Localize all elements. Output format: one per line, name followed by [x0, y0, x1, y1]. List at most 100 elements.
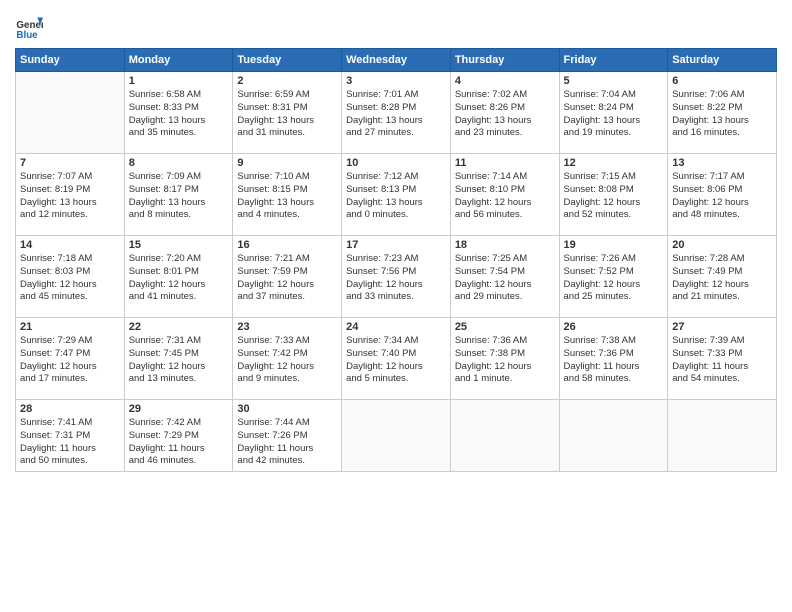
calendar-header-row: SundayMondayTuesdayWednesdayThursdayFrid…: [16, 49, 777, 72]
calendar-cell: 16 Sunrise: 7:21 AMSunset: 7:59 PMDayligh…: [233, 236, 342, 318]
calendar-cell: 23 Sunrise: 7:33 AMSunset: 7:42 PMDayligh…: [233, 318, 342, 400]
day-number: 16: [237, 239, 337, 251]
calendar-cell: 11 Sunrise: 7:14 AMSunset: 8:10 PMDayligh…: [450, 154, 559, 236]
header-thursday: Thursday: [450, 49, 559, 72]
day-info: Sunrise: 7:21 AMSunset: 7:59 PMDaylight:…: [237, 253, 337, 304]
header: General Blue: [15, 10, 777, 42]
day-number: 7: [20, 157, 120, 169]
day-info: Sunrise: 7:06 AMSunset: 8:22 PMDaylight:…: [672, 89, 772, 140]
calendar-cell: 20Sunrise: 7:28 AMSunset: 7:49 PMDayligh…: [668, 236, 777, 318]
header-friday: Friday: [559, 49, 668, 72]
day-number: 24: [346, 321, 446, 333]
day-number: 23: [237, 321, 337, 333]
day-info: Sunrise: 7:10 AMSunset: 8:15 PMDaylight:…: [237, 171, 337, 222]
calendar-cell: 6 Sunrise: 7:06 AMSunset: 8:22 PMDaylight…: [668, 72, 777, 154]
day-info: Sunrise: 7:33 AMSunset: 7:42 PMDaylight:…: [237, 335, 337, 386]
day-number: 18: [455, 239, 555, 251]
day-info: Sunrise: 7:04 AMSunset: 8:24 PMDaylight:…: [564, 89, 664, 140]
day-info: Sunrise: 7:39 AMSunset: 7:33 PMDaylight:…: [672, 335, 772, 386]
day-info: Sunrise: 7:23 AMSunset: 7:56 PMDaylight:…: [346, 253, 446, 304]
day-info: Sunrise: 7:15 AMSunset: 8:08 PMDaylight:…: [564, 171, 664, 222]
day-info: Sunrise: 7:25 AMSunset: 7:54 PMDaylight:…: [455, 253, 555, 304]
day-number: 22: [129, 321, 229, 333]
calendar-table: SundayMondayTuesdayWednesdayThursdayFrid…: [15, 48, 777, 472]
day-info: Sunrise: 7:17 AMSunset: 8:06 PMDaylight:…: [672, 171, 772, 222]
day-info: Sunrise: 7:31 AMSunset: 7:45 PMDaylight:…: [129, 335, 229, 386]
day-number: 3: [346, 75, 446, 87]
calendar-cell: [16, 72, 125, 154]
day-info: Sunrise: 7:18 AMSunset: 8:03 PMDaylight:…: [20, 253, 120, 304]
calendar-cell: [668, 400, 777, 472]
header-tuesday: Tuesday: [233, 49, 342, 72]
calendar-cell: 29Sunrise: 7:42 AMSunset: 7:29 PMDayligh…: [124, 400, 233, 472]
calendar-cell: 17 Sunrise: 7:23 AMSunset: 7:56 PMDayligh…: [342, 236, 451, 318]
calendar-cell: 26 Sunrise: 7:38 AMSunset: 7:36 PMDayligh…: [559, 318, 668, 400]
day-number: 12: [564, 157, 664, 169]
day-number: 9: [237, 157, 337, 169]
day-number: 29: [129, 403, 229, 415]
calendar-cell: 1 Sunrise: 6:58 AMSunset: 8:33 PMDaylight…: [124, 72, 233, 154]
header-wednesday: Wednesday: [342, 49, 451, 72]
day-info: Sunrise: 7:14 AMSunset: 8:10 PMDaylight:…: [455, 171, 555, 222]
day-info: Sunrise: 7:38 AMSunset: 7:36 PMDaylight:…: [564, 335, 664, 386]
calendar-cell: 2Sunrise: 6:59 AMSunset: 8:31 PMDaylight…: [233, 72, 342, 154]
week-row-3: 14 Sunrise: 7:18 AMSunset: 8:03 PMDayligh…: [16, 236, 777, 318]
calendar-cell: 12 Sunrise: 7:15 AMSunset: 8:08 PMDayligh…: [559, 154, 668, 236]
day-number: 10: [346, 157, 446, 169]
calendar-cell: 13 Sunrise: 7:17 AMSunset: 8:06 PMDayligh…: [668, 154, 777, 236]
day-number: 13: [672, 157, 772, 169]
page-container: General Blue SundayMondayTuesdayWednesda…: [0, 0, 792, 482]
calendar-cell: 5Sunrise: 7:04 AMSunset: 8:24 PMDaylight…: [559, 72, 668, 154]
day-number: 26: [564, 321, 664, 333]
calendar-cell: 10 Sunrise: 7:12 AMSunset: 8:13 PMDayligh…: [342, 154, 451, 236]
day-number: 25: [455, 321, 555, 333]
day-info: Sunrise: 7:02 AMSunset: 8:26 PMDaylight:…: [455, 89, 555, 140]
calendar-cell: [450, 400, 559, 472]
day-info: Sunrise: 7:20 AMSunset: 8:01 PMDaylight:…: [129, 253, 229, 304]
day-number: 4: [455, 75, 555, 87]
week-row-2: 7Sunrise: 7:07 AMSunset: 8:19 PMDaylight…: [16, 154, 777, 236]
header-monday: Monday: [124, 49, 233, 72]
day-number: 19: [564, 239, 664, 251]
day-number: 17: [346, 239, 446, 251]
calendar-cell: [342, 400, 451, 472]
day-info: Sunrise: 7:44 AMSunset: 7:26 PMDaylight:…: [237, 417, 337, 468]
day-number: 21: [20, 321, 120, 333]
calendar-cell: 30 Sunrise: 7:44 AMSunset: 7:26 PMDayligh…: [233, 400, 342, 472]
day-info: Sunrise: 7:28 AMSunset: 7:49 PMDaylight:…: [672, 253, 772, 304]
calendar-cell: 24 Sunrise: 7:34 AMSunset: 7:40 PMDayligh…: [342, 318, 451, 400]
calendar-cell: 21 Sunrise: 7:29 AMSunset: 7:47 PMDayligh…: [16, 318, 125, 400]
calendar-body: 1 Sunrise: 6:58 AMSunset: 8:33 PMDaylight…: [16, 72, 777, 472]
calendar-cell: 15Sunrise: 7:20 AMSunset: 8:01 PMDayligh…: [124, 236, 233, 318]
day-info: Sunrise: 7:29 AMSunset: 7:47 PMDaylight:…: [20, 335, 120, 386]
calendar-cell: 9 Sunrise: 7:10 AMSunset: 8:15 PMDaylight…: [233, 154, 342, 236]
calendar-cell: 19Sunrise: 7:26 AMSunset: 7:52 PMDayligh…: [559, 236, 668, 318]
day-info: Sunrise: 7:36 AMSunset: 7:38 PMDaylight:…: [455, 335, 555, 386]
calendar-cell: 25 Sunrise: 7:36 AMSunset: 7:38 PMDayligh…: [450, 318, 559, 400]
day-info: Sunrise: 6:58 AMSunset: 8:33 PMDaylight:…: [129, 89, 229, 140]
calendar-cell: 14 Sunrise: 7:18 AMSunset: 8:03 PMDayligh…: [16, 236, 125, 318]
day-number: 28: [20, 403, 120, 415]
week-row-1: 1 Sunrise: 6:58 AMSunset: 8:33 PMDaylight…: [16, 72, 777, 154]
logo-icon: General Blue: [15, 14, 43, 42]
svg-text:Blue: Blue: [16, 30, 38, 41]
calendar-cell: 28Sunrise: 7:41 AMSunset: 7:31 PMDayligh…: [16, 400, 125, 472]
week-row-5: 28Sunrise: 7:41 AMSunset: 7:31 PMDayligh…: [16, 400, 777, 472]
calendar-cell: 22 Sunrise: 7:31 AMSunset: 7:45 PMDayligh…: [124, 318, 233, 400]
logo: General Blue: [15, 14, 45, 42]
day-number: 27: [672, 321, 772, 333]
calendar-cell: 3 Sunrise: 7:01 AMSunset: 8:28 PMDaylight…: [342, 72, 451, 154]
day-info: Sunrise: 6:59 AMSunset: 8:31 PMDaylight:…: [237, 89, 337, 140]
day-info: Sunrise: 7:34 AMSunset: 7:40 PMDaylight:…: [346, 335, 446, 386]
day-info: Sunrise: 7:01 AMSunset: 8:28 PMDaylight:…: [346, 89, 446, 140]
day-number: 14: [20, 239, 120, 251]
day-number: 11: [455, 157, 555, 169]
day-number: 30: [237, 403, 337, 415]
day-info: Sunrise: 7:09 AMSunset: 8:17 PMDaylight:…: [129, 171, 229, 222]
calendar-cell: 8Sunrise: 7:09 AMSunset: 8:17 PMDaylight…: [124, 154, 233, 236]
day-number: 6: [672, 75, 772, 87]
calendar-cell: 4 Sunrise: 7:02 AMSunset: 8:26 PMDaylight…: [450, 72, 559, 154]
calendar-cell: [559, 400, 668, 472]
day-number: 1: [129, 75, 229, 87]
day-info: Sunrise: 7:12 AMSunset: 8:13 PMDaylight:…: [346, 171, 446, 222]
